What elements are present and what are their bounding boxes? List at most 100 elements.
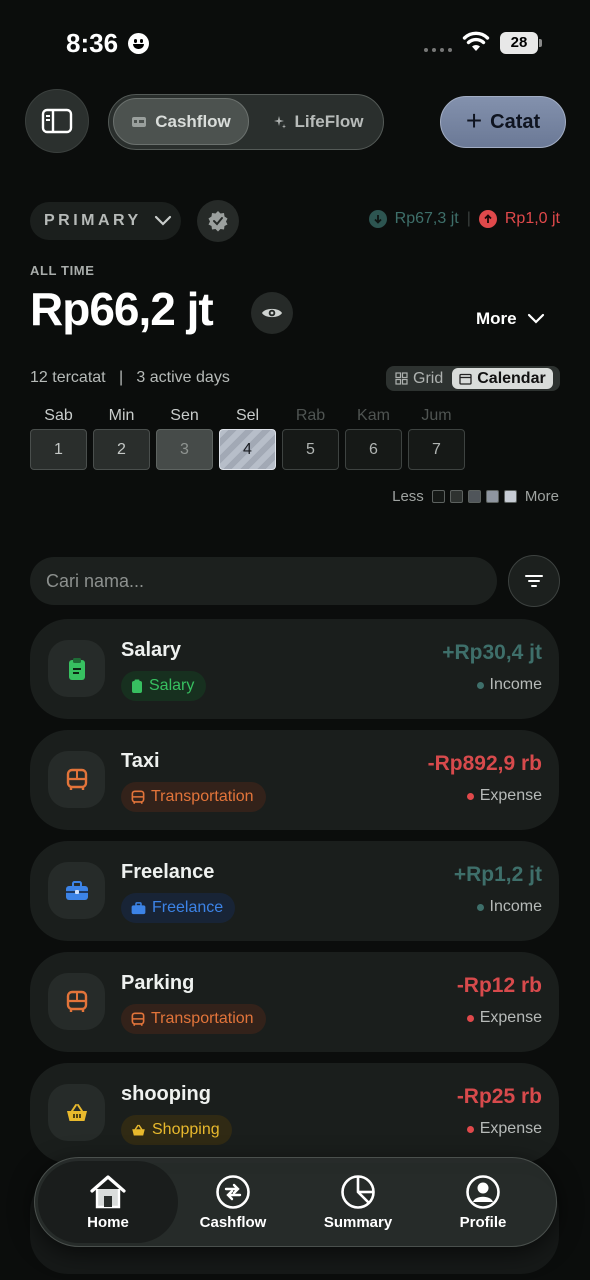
type-dot [476, 681, 484, 689]
tab-lifeflow[interactable]: LifeFlow [257, 98, 379, 145]
calendar-day-today[interactable]: Sel 4 [219, 407, 276, 470]
transaction-item[interactable]: Salary Salary +Rp30,4 jt Income [30, 619, 559, 719]
type-dot [466, 1125, 474, 1133]
transaction-type: Income [476, 676, 542, 694]
clipboard-icon [132, 679, 142, 693]
type-label: Income [489, 676, 542, 693]
activity-stats: 12 tercatat | 3 active days [30, 369, 230, 386]
search-input[interactable]: Cari nama... [30, 557, 497, 605]
status-bar: 8:36 28 [0, 0, 590, 88]
day-cell: 2 [93, 429, 150, 470]
pie-chart-icon [341, 1175, 375, 1209]
category-tag: Freelance [121, 893, 236, 923]
account-selector[interactable]: PRIMARY [30, 202, 181, 240]
transaction-name: shooping [121, 1083, 211, 1105]
transaction-name: Parking [121, 972, 195, 994]
day-cell: 3 [156, 429, 213, 470]
day-name: Rab [295, 407, 326, 424]
calendar-day[interactable]: Sen 3 [156, 407, 213, 470]
category-label: Transportation [151, 1010, 254, 1027]
transaction-amount: +Rp1,2 jt [453, 863, 542, 886]
calendar-day[interactable]: Rab 5 [282, 407, 339, 470]
day-cell: 4 [219, 429, 276, 470]
category-label: Shopping [152, 1121, 220, 1138]
type-dot [476, 903, 484, 911]
legend-swatch [467, 490, 481, 503]
verified-button[interactable] [197, 200, 239, 242]
category-icon-box [48, 1084, 105, 1141]
bus-icon [131, 1011, 145, 1026]
view-toggle: Grid Calendar [386, 366, 560, 391]
arrow-down-icon [368, 210, 387, 228]
chevron-down-icon [527, 313, 544, 324]
filter-icon [525, 575, 543, 587]
view-calendar-label: Calendar [477, 369, 546, 387]
catat-button[interactable]: + Catat [440, 96, 566, 148]
view-grid-button[interactable]: Grid [388, 368, 450, 389]
type-dot [466, 1014, 474, 1022]
filter-button[interactable] [508, 555, 560, 607]
tab-cashflow-label: Cashflow [155, 111, 231, 131]
category-label: Transportation [151, 788, 254, 805]
totals-separator: | [466, 210, 471, 227]
day-name: Kam [357, 407, 390, 424]
balance-period-label: ALL TIME [30, 263, 95, 278]
transaction-name: Freelance [121, 861, 215, 883]
calendar-day[interactable]: Kam 6 [345, 407, 402, 470]
smiley-icon [128, 33, 149, 54]
legend-swatch [485, 490, 499, 503]
day-name: Min [108, 407, 135, 424]
sparkle-icon [273, 115, 286, 128]
catat-label: Catat [490, 110, 541, 133]
category-tag: Transportation [121, 1004, 266, 1034]
category-icon-box [48, 751, 105, 808]
transaction-item[interactable]: shooping Shopping -Rp25 rb Expense [30, 1063, 559, 1163]
user-icon [466, 1175, 500, 1209]
day-cell: 5 [282, 429, 339, 470]
legend-swatch [431, 490, 445, 503]
category-label: Salary [149, 677, 195, 694]
day-name: Jum [421, 407, 452, 424]
wallet-icon [132, 116, 147, 127]
legend-swatch [503, 490, 517, 503]
more-dropdown[interactable]: More [476, 309, 545, 329]
type-label: Expense [479, 1009, 542, 1026]
sidebar-toggle-button[interactable] [25, 89, 89, 153]
calendar-day[interactable]: Jum 7 [408, 407, 465, 470]
tab-lifeflow-label: LifeFlow [294, 111, 364, 131]
transaction-item[interactable]: Freelance Freelance +Rp1,2 jt Income [30, 841, 559, 941]
legend-swatch [449, 490, 463, 503]
type-label: Income [489, 898, 542, 915]
nav-profile-label: Profile [459, 1214, 507, 1231]
briefcase-icon [131, 901, 146, 914]
sidebar-icon [41, 108, 73, 134]
nav-summary[interactable]: Summary [303, 1174, 413, 1231]
nav-home[interactable]: Home [53, 1174, 163, 1231]
transaction-type: Expense [466, 787, 542, 805]
transaction-name: Salary [121, 639, 182, 661]
type-dot [466, 792, 474, 800]
income-total: Rp67,3 jt [394, 210, 459, 227]
clipboard-icon [68, 657, 85, 680]
basket-icon [132, 1124, 145, 1135]
nav-profile[interactable]: Profile [428, 1174, 538, 1231]
transaction-amount: -Rp25 rb [456, 1085, 542, 1108]
transaction-item[interactable]: Taxi Transportation -Rp892,9 rb Expense [30, 730, 559, 830]
wifi-icon [462, 31, 490, 51]
chevron-down-icon [154, 215, 171, 226]
nav-cashflow[interactable]: Cashflow [178, 1174, 288, 1231]
eye-icon [262, 308, 282, 318]
toggle-visibility-button[interactable] [251, 292, 293, 334]
transaction-item[interactable]: Parking Transportation -Rp12 rb Expense [30, 952, 559, 1052]
category-label: Freelance [152, 899, 224, 916]
transaction-amount: +Rp30,4 jt [442, 641, 542, 664]
calendar-day[interactable]: Sab 1 [30, 407, 87, 470]
type-label: Expense [479, 1120, 542, 1137]
calendar-day[interactable]: Min 2 [93, 407, 150, 470]
view-calendar-button[interactable]: Calendar [452, 368, 553, 389]
briefcase-icon [65, 880, 88, 900]
tab-cashflow[interactable]: Cashflow [113, 98, 249, 145]
balance-amount: Rp66,2 jt [30, 283, 214, 335]
arrow-up-icon [478, 210, 497, 228]
expense-total: Rp1,0 jt [504, 210, 560, 227]
